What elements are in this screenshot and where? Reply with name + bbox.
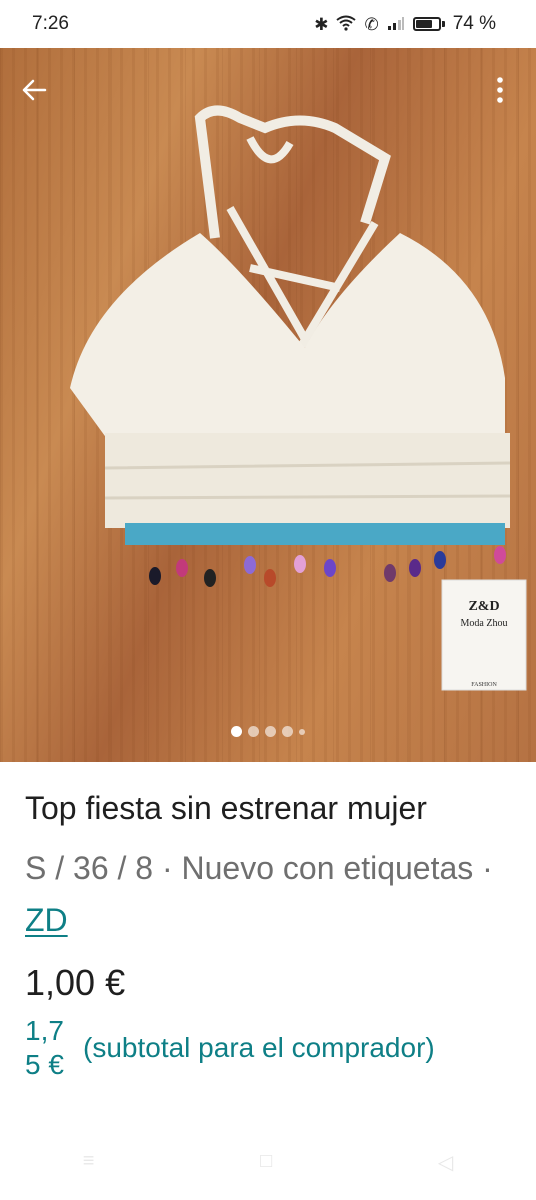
home-icon[interactable]: □ [260, 1150, 272, 1175]
product-photo[interactable]: Z&D Moda Zhou FASHION [0, 48, 536, 762]
status-time: 7:26 [32, 13, 69, 34]
buyer-subtotal[interactable]: 1,7 5 € (subtotal para el comprador) [25, 1014, 435, 1082]
item-details: S / 36 / 8 · Nuevo con etiquetas · ZD [25, 842, 505, 946]
gallery-dot[interactable] [231, 726, 242, 737]
bluetooth-icon: ✱ [314, 14, 329, 34]
call-icon: ✆ [364, 14, 379, 34]
signal-icon [387, 15, 405, 34]
image-toolbar [0, 48, 536, 132]
menu-icon[interactable]: ≡ [83, 1150, 95, 1175]
gallery-indicator [0, 726, 536, 737]
system-navigation: ≡ □ ◁ [0, 1150, 536, 1175]
buyer-price: 1,7 5 € [25, 1014, 77, 1082]
gallery-dot[interactable] [265, 726, 276, 737]
battery-icon [412, 17, 445, 31]
buyer-price-line1: 1,7 [25, 1015, 64, 1046]
item-price: 1,00 € [25, 962, 126, 1003]
status-bar: 7:26 ✱ ✆ 74 % [0, 0, 536, 48]
wifi-icon [336, 15, 357, 34]
back-button[interactable] [14, 70, 54, 110]
more-vertical-icon [497, 77, 503, 103]
item-title: Top fiesta sin estrenar mujer [25, 790, 427, 826]
more-options-button[interactable] [480, 70, 520, 110]
crochet-top-image: Z&D Moda Zhou FASHION [70, 105, 527, 691]
tag-small: FASHION [471, 682, 497, 688]
arrow-left-icon [22, 79, 47, 101]
battery-level: 74 % [452, 13, 496, 34]
item-details-text: S / 36 / 8 · Nuevo con etiquetas · [25, 850, 493, 886]
tag-brand: Z&D [468, 599, 499, 614]
tag-subtitle: Moda Zhou [461, 618, 508, 629]
brand-link[interactable]: ZD [25, 902, 68, 938]
gallery-dot[interactable] [282, 726, 293, 737]
buyer-note: (subtotal para el comprador) [83, 1032, 435, 1063]
back-nav-icon[interactable]: ◁ [438, 1150, 453, 1175]
gallery-dot[interactable] [248, 726, 259, 737]
gallery-dot[interactable] [299, 728, 305, 735]
buyer-price-line2: 5 € [25, 1049, 64, 1080]
status-icons: ✱ ✆ 74 % [314, 13, 496, 35]
